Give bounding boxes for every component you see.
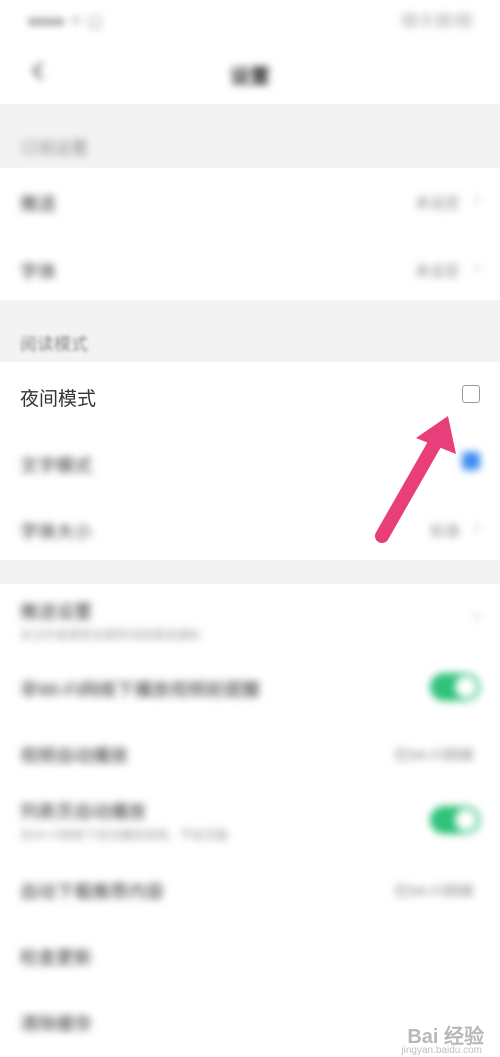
row-label: 视频自动播放 <box>20 746 128 766</box>
night-mode-label: 夜间模式 <box>20 389 97 410</box>
status-bar-right: ▯▯ ▯ ▯▯:▯▯ <box>401 11 472 28</box>
chevron-right-icon: › <box>474 517 480 537</box>
chevron-right-icon: › <box>474 257 480 277</box>
night-mode-checkbox[interactable] <box>462 385 480 403</box>
section-header-reading: 阅读模式 <box>20 335 88 354</box>
font-size-label: 字体大小 <box>20 522 92 542</box>
chevron-right-icon: › <box>474 606 480 626</box>
list-autoplay-toggle[interactable] <box>430 806 480 834</box>
row-label: 清除缓存 <box>20 1014 92 1034</box>
annotation-arrow-icon <box>375 416 456 543</box>
settings-row-push[interactable]: 推送 未设定 › <box>0 168 500 234</box>
row-label: 非Wi-Fi网络下播放视频前提醒 <box>20 680 260 700</box>
row-label: 字体 <box>20 262 56 282</box>
row-value: 仅Wi-Fi网络 <box>394 883 474 900</box>
nav-bar: 设置 <box>0 40 500 104</box>
network-reminder-toggle[interactable] <box>430 673 480 701</box>
row-label: 推送 <box>20 194 56 214</box>
row-label: 自动下载推荐内容 <box>20 882 164 902</box>
row-label: 检查更新 <box>20 948 92 968</box>
row-sublabel: 关注作者更新及推荐消息推送通知 <box>20 628 201 642</box>
settings-row-font[interactable]: 字体 未设定 › <box>0 234 500 300</box>
text-mode-label: 文字模式 <box>20 456 92 476</box>
section-header-general: 订阅设置 <box>20 139 88 158</box>
row-value: 仅Wi-Fi网络 <box>394 747 474 764</box>
status-bar-left: ●●●● 〃 ▢ <box>28 13 102 30</box>
row-label: 推送设置 <box>20 602 92 622</box>
status-bar: ●●●● 〃 ▢ ▯▯ ▯ ▯▯:▯▯ <box>0 0 500 40</box>
settings-row-check-update[interactable]: 检查更新 <box>0 922 500 988</box>
row-value: 未设定 <box>414 195 460 212</box>
row-value: 未设定 <box>414 263 460 280</box>
baidu-watermark-url: jingyan.baidu.com <box>401 1045 482 1056</box>
row-sublabel: 在Wi-Fi网络下自动播放视频，节省流量 <box>20 828 228 842</box>
settings-row-auto-download[interactable]: 自动下载推荐内容 仅Wi-Fi网络 <box>0 856 500 922</box>
page-title: 设置 <box>230 66 270 88</box>
settings-row-push-settings[interactable]: 推送设置 关注作者更新及推荐消息推送通知 › <box>0 584 500 654</box>
row-label: 列表页自动播放 <box>20 802 146 822</box>
chevron-right-icon: › <box>474 189 480 209</box>
settings-row-autoplay[interactable]: 视频自动播放 仅Wi-Fi网络 <box>0 720 500 786</box>
settings-row-list-autoplay[interactable]: 列表页自动播放 在Wi-Fi网络下自动播放视频，节省流量 <box>0 786 500 856</box>
settings-row-network-reminder[interactable]: 非Wi-Fi网络下播放视频前提醒 <box>0 654 500 720</box>
